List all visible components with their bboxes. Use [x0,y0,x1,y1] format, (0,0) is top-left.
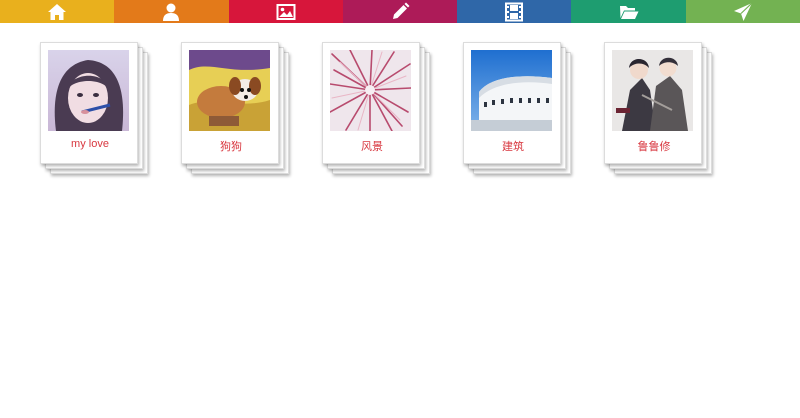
top-nav-bar [0,0,800,23]
album-card: 狗狗 [181,42,279,164]
folder-open-icon [619,5,639,19]
album-card: 建筑 [463,42,561,164]
nav-folders[interactable] [571,0,686,23]
album-title: 建筑 [502,141,524,153]
album-title: my love [71,138,109,150]
home-icon [48,3,67,20]
nav-home[interactable] [0,0,115,23]
anime-characters-photo [612,50,693,131]
nav-pictures[interactable] [228,0,343,23]
pencil-icon [392,2,410,19]
nav-send[interactable] [685,0,800,23]
album-stack[interactable]: 风景 [322,42,430,174]
album-card: 风景 [322,42,420,164]
send-icon [733,2,753,21]
user-icon [163,3,180,21]
album-stack[interactable]: 狗狗 [181,42,289,174]
picture-icon [276,3,296,20]
album-stack[interactable]: 建筑 [463,42,571,174]
nav-video[interactable] [457,0,572,23]
album-title: 鲁鲁修 [637,141,671,153]
dog-photo [189,50,270,131]
girl-portrait-photo [48,50,129,131]
nav-write[interactable] [342,0,458,23]
film-icon [505,2,524,21]
album-stack[interactable]: my love [40,42,148,174]
album-title: 风景 [361,141,383,153]
album-stack[interactable]: 鲁鲁修 [604,42,712,174]
flower-macro-photo [330,50,411,131]
white-building-photo [471,50,552,131]
nav-user[interactable] [114,0,229,23]
album-card: my love [40,42,138,164]
album-title: 狗狗 [220,141,242,153]
album-card: 鲁鲁修 [604,42,702,164]
